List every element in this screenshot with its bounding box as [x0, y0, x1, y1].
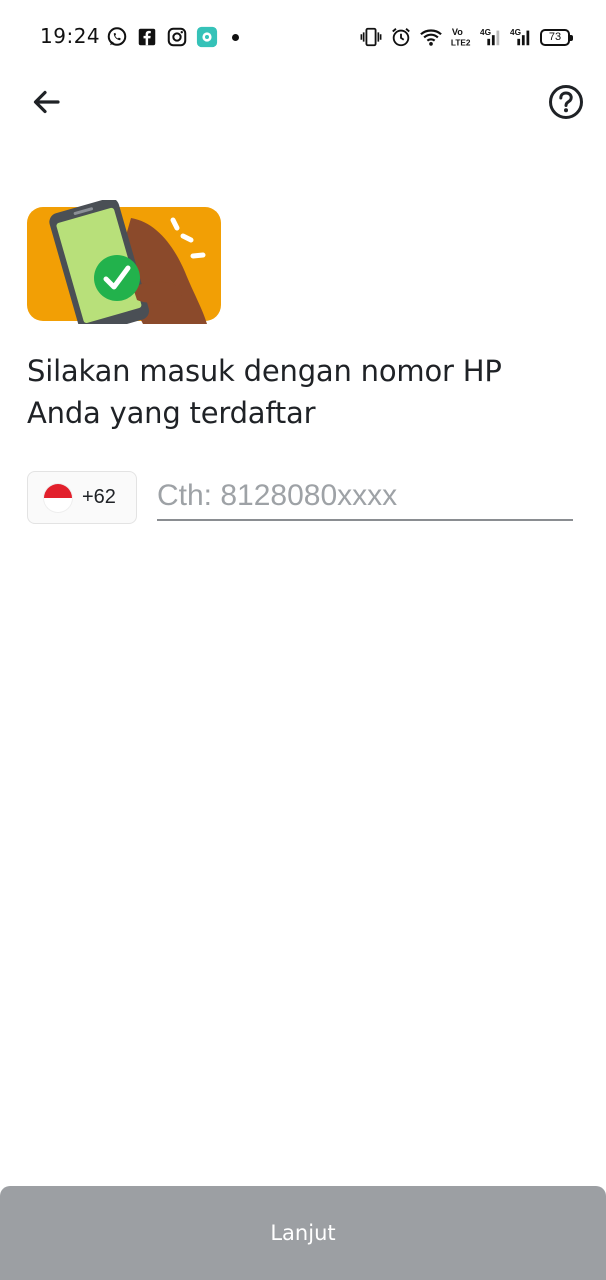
- facebook-icon: [138, 28, 156, 46]
- vibrate-icon: [360, 27, 382, 47]
- wifi-icon: [420, 29, 442, 46]
- notification-icons: [106, 26, 239, 48]
- thumb-shape: [133, 281, 182, 304]
- svg-text:LTE2: LTE2: [451, 38, 471, 47]
- system-icons: Vo LTE2 4G 4G 73: [360, 25, 573, 49]
- back-button[interactable]: [26, 82, 66, 122]
- instagram-icon: [167, 27, 187, 47]
- help-button[interactable]: [546, 82, 586, 122]
- status-time: 19:24: [40, 24, 101, 48]
- battery-icon: 73: [540, 28, 573, 46]
- whatsapp-icon: [107, 27, 127, 46]
- svg-text:4G: 4G: [510, 28, 521, 37]
- more-notifications-dot: [232, 33, 239, 41]
- country-code-selector[interactable]: +62: [27, 471, 137, 524]
- page-title: Silakan masuk dengan nomor HP Anda yang …: [27, 354, 502, 430]
- signal-4g-1-icon: 4G: [480, 28, 500, 46]
- country-dial-code: +62: [82, 486, 116, 508]
- app-notification-icon: [196, 26, 218, 48]
- indonesia-flag-icon: [44, 483, 72, 512]
- alarm-icon: [392, 28, 410, 47]
- phone-verified-illustration: [27, 200, 221, 324]
- question-circle-icon: [549, 85, 583, 119]
- svg-text:Vo: Vo: [452, 27, 463, 37]
- check-circle-icon: [94, 255, 140, 301]
- battery-level: 73: [548, 31, 562, 43]
- volte-icon: Vo LTE2: [451, 27, 471, 47]
- arrow-left-icon: [33, 90, 60, 114]
- svg-text:4G: 4G: [480, 28, 491, 37]
- status-bar: 19:24 Vo LTE2 4G 4G 73: [0, 0, 606, 74]
- signal-4g-2-icon: 4G: [510, 28, 530, 46]
- phone-number-input[interactable]: [157, 473, 573, 521]
- continue-button[interactable]: Lanjut: [0, 1186, 606, 1280]
